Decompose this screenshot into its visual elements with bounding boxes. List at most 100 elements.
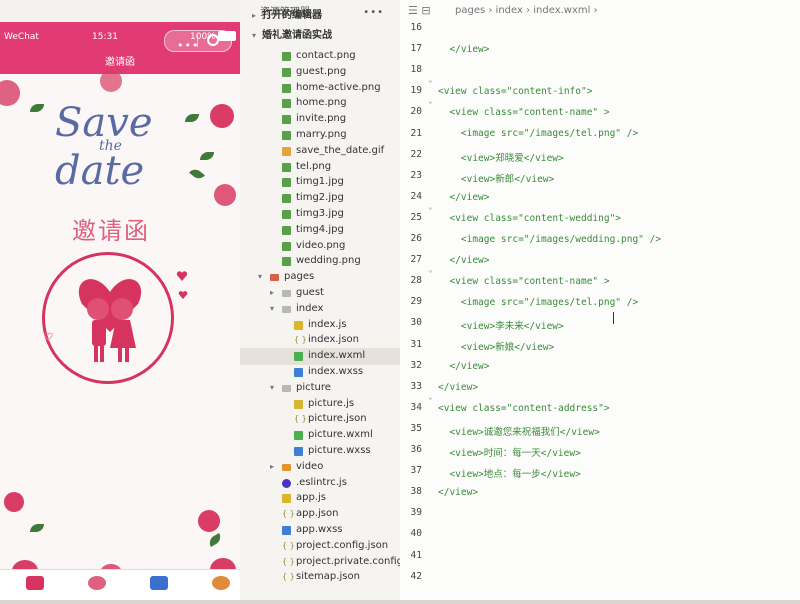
code-line[interactable]: 33 ⌄ <view class="content-address"> [400,381,800,414]
fold-chevron-icon[interactable]: ⌄ [428,202,433,211]
code-line[interactable]: 26 </view> [400,233,800,266]
chevron-icon[interactable]: ▸ [270,459,274,476]
file-tree-item[interactable]: save_the_date.gif [240,143,400,160]
chevron-icon[interactable]: ▸ [252,8,256,25]
code-line[interactable]: 37 </view> [400,465,800,498]
line-number: 41 [410,549,422,561]
close-circle-icon[interactable] [207,34,219,46]
tab-invite-icon[interactable] [26,576,44,590]
breadcrumb-path[interactable]: pages › index › index.wxml › [455,5,598,16]
file-tree-item[interactable]: marry.png [240,127,400,144]
code-line[interactable]: 31 </view> [400,339,800,372]
code-line[interactable]: 25 <image src="/images/wedding.png" /> [400,212,800,245]
file-tree-item[interactable]: { } app.json [240,506,400,523]
fold-chevron-icon[interactable]: ⌄ [428,75,433,84]
code-line[interactable]: 29 <view>李未来</view> [400,296,800,332]
leaf-decoration [189,166,205,182]
file-tree-item[interactable]: timg1.jpg [240,174,400,191]
file-tree-item[interactable]: contact.png [240,48,400,65]
json-file-icon: { } [294,335,307,345]
leaf-decoration [30,524,44,532]
file-tree-item[interactable]: ▾ index [240,301,400,318]
file-tree-item[interactable]: { } project.config.json [240,538,400,555]
menu-capsule[interactable]: ••• [164,30,232,52]
chevron-icon[interactable]: ▸ [270,285,274,302]
file-tree-item[interactable]: picture.js [240,396,400,413]
tab-video-icon[interactable] [150,576,168,590]
file-tree-item[interactable]: { } picture.json [240,411,400,428]
line-number: 26 [410,233,422,244]
code-line[interactable]: 23 </view> [400,170,800,203]
code-line[interactable]: 36 <view>地点：每一步</view> [400,444,800,480]
fold-chevron-icon[interactable]: ⌄ [428,96,433,105]
file-tree-item[interactable]: app.wxss [240,522,400,539]
code-line[interactable]: 21 <view>郑晓爱</view> [400,128,800,164]
file-tree-item[interactable]: index.wxml [240,348,400,365]
chevron-icon[interactable]: ▾ [270,380,274,397]
explorer-section[interactable]: ▸ 打开的编辑器 [240,8,400,25]
file-tree-item[interactable]: video.png [240,238,400,255]
explorer-section[interactable]: ▾ 婚礼邀请函实战 [240,28,400,45]
file-tree-item[interactable]: guest.png [240,64,400,81]
code-line[interactable]: 19 ⌄ <view class="content-name" > [400,85,800,118]
file-tree-item[interactable]: picture.wxss [240,443,400,460]
code-line[interactable]: 17 [400,43,800,64]
file-tree-item[interactable]: timg4.jpg [240,222,400,239]
file-tree-item[interactable]: { } sitemap.json [240,569,400,586]
code-line[interactable]: 34 <view>诚邀您来祝福我们</view> [400,402,800,438]
file-tree-item[interactable]: home.png [240,95,400,112]
file-tree-item[interactable]: timg3.jpg [240,206,400,223]
file-tree-item[interactable]: wedding.png [240,253,400,270]
line-number: 38 [410,486,422,498]
code-line[interactable]: 32 </view> [400,360,800,393]
code-line[interactable]: 42 [400,571,800,592]
file-tree-item[interactable]: app.js [240,490,400,507]
file-name: pages [284,271,315,283]
editor-tool-icons[interactable]: ☰ ⊟ [408,4,431,17]
tab-guest-icon[interactable] [212,576,230,590]
code-line[interactable]: 40 [400,528,800,549]
chevron-icon[interactable]: ▾ [270,301,274,318]
file-tree-item[interactable]: home-active.png [240,80,400,97]
file-tree-item[interactable]: picture.wxml [240,427,400,444]
code-line[interactable]: 41 [400,550,800,571]
fold-chevron-icon[interactable]: ⌄ [428,392,433,401]
file-tree-item[interactable]: { }project.private.config.js... [240,554,400,571]
file-tree-item[interactable]: ▾ pages [240,269,400,286]
code-line[interactable]: 28 <image src="/images/tel.png" /> [400,275,800,308]
file-tree-item[interactable]: tel.png [240,159,400,176]
png-file-icon [282,178,291,188]
code-line[interactable]: 39 [400,507,800,528]
file-tree-item[interactable]: index.js [240,317,400,334]
file-tree-item[interactable]: ▸ guest [240,285,400,302]
png-file-icon [282,83,291,93]
file-tree-item[interactable]: .eslintrc.js [240,475,400,492]
code-line[interactable]: 20 <image src="/images/tel.png" /> [400,106,800,139]
code-line[interactable]: 24 ⌄ <view class="content-wedding"> [400,191,800,224]
chevron-icon[interactable]: ▾ [252,28,256,45]
file-tree-item[interactable]: invite.png [240,111,400,128]
code-line[interactable]: 38 [400,486,800,507]
line-number: 20 [410,106,422,118]
code-line[interactable]: 22 <view>新郎</view> [400,149,800,185]
code-line[interactable]: 35 <view>时间：每一天</view> [400,423,800,459]
code-line[interactable]: 30 <view>新娘</view> [400,317,800,353]
code-line[interactable]: 18 ⌄ <view class="content-info"> [400,64,800,97]
file-name: timg4.jpg [296,223,344,235]
code-line[interactable]: 27 ⌄ <view class="content-name" > [400,254,800,287]
file-name: tel.png [296,160,332,172]
file-tree-item[interactable]: ▸ video [240,459,400,476]
tab-marry-icon[interactable] [88,576,106,590]
file-tree-item[interactable]: timg2.jpg [240,190,400,207]
chevron-icon[interactable]: ▾ [258,269,262,286]
folder-orange-file-icon [282,463,291,471]
file-tree-item[interactable]: ▾ picture [240,380,400,397]
file-name: project.config.json [296,539,389,551]
file-tree-item[interactable]: index.wxss [240,364,400,381]
leaf-decoration [30,104,44,112]
breadcrumb[interactable]: pages › index › index.wxml › [455,5,598,16]
code-line[interactable]: 16 </view> [400,22,800,55]
leaf-decoration [200,152,214,160]
file-tree-item[interactable]: { } index.json [240,332,400,349]
fold-chevron-icon[interactable]: ⌄ [428,265,433,274]
